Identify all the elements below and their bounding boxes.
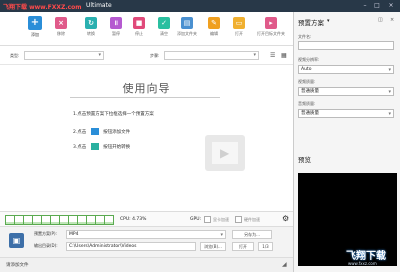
convert-icon: ↻ xyxy=(85,17,97,29)
edit-icon: ✎ xyxy=(208,17,220,29)
title-bar: 飞翔下载 www.FXXZ.com Ultimate – □ × xyxy=(0,0,400,12)
output-device-icon: ▣ xyxy=(9,233,24,248)
output-dir-label: 输出目录(D): xyxy=(34,243,58,248)
preview-screen: 飞翔下载 www.fxxz.com xyxy=(298,173,397,266)
file-list-area: 使用向导 1.点击预置方案下拉框选择一个预置方案 2.点击 按钮添加文件 3.点… xyxy=(0,65,293,210)
cpu-bar: CPU: 4.73% GPU: 显卡加速 硬件加速 ⚙ xyxy=(0,211,293,227)
watermark-logo: 飞翔下载 xyxy=(346,251,386,262)
output-dir-field[interactable]: C:\Users\Administrator\Videos xyxy=(66,242,196,251)
hw-accel-label: 硬件加速 xyxy=(244,217,260,222)
add-file-step-icon xyxy=(90,128,99,135)
guide-step-2: 2.点击 按钮添加文件 xyxy=(73,128,130,135)
preset-label: 预置方案(P): xyxy=(34,231,57,236)
gpu-accel-label: 显卡加速 xyxy=(213,217,229,222)
toolbar: + 添加 × 移除 ↻ 转换 ॥ 暂停 ■ 停止 ✓ 清空 ▤ 添加文件夹 ✎ … xyxy=(0,12,293,46)
step-label: 步骤: xyxy=(150,53,160,58)
film-placeholder-icon xyxy=(205,135,245,171)
close-icon[interactable]: × xyxy=(386,1,396,10)
pin-icon[interactable]: ◫ xyxy=(378,17,383,23)
guide-step-1: 1.点击预置方案下拉框选择一个预置方案 xyxy=(73,112,154,117)
add-folder-button[interactable]: ▤ 添加文件夹 xyxy=(176,15,198,45)
hw-accel-checkbox[interactable] xyxy=(235,216,242,223)
clear-icon: ✓ xyxy=(158,17,170,29)
step-2-prefix: 2.点击 xyxy=(73,130,87,135)
output-panel: ▣ 预置方案(P): MP4 另存为... 输出目录(D): C:\Users\… xyxy=(0,227,293,257)
video-quality-label: 视频质量: xyxy=(298,79,316,84)
plus-icon: + xyxy=(28,16,42,30)
file-name-label: 文件名: xyxy=(298,34,312,39)
browse-button[interactable]: 浏览(B)... xyxy=(200,242,226,251)
settings-gear-icon[interactable]: ⚙ xyxy=(282,214,289,223)
gpu-label: GPU: xyxy=(190,217,202,222)
step-3-action: 按钮开始转换 xyxy=(103,145,131,150)
folder-add-icon: ▤ xyxy=(181,17,193,29)
app-title: Ultimate xyxy=(86,2,112,9)
status-text: 请添加文件 xyxy=(6,263,29,268)
type-label: 类型: xyxy=(10,53,20,58)
count-indicator: 1/3 xyxy=(258,242,273,251)
panel-close-icon[interactable]: × xyxy=(390,17,394,23)
status-bar: 请添加文件 ◢ xyxy=(0,257,293,272)
step-2-action: 按钮添加文件 xyxy=(103,130,131,135)
video-quality-select[interactable]: 普通质量 xyxy=(298,87,394,96)
gpu-accel-checkbox[interactable] xyxy=(204,216,211,223)
list-view-icon[interactable]: ☰ xyxy=(270,52,275,59)
preset-panel: 预置方案 ▾ ◫ × 文件名: 视频分辨率: Auto 视频质量: 普通质量 音… xyxy=(293,12,400,272)
stop-button[interactable]: ■ 停止 xyxy=(128,15,150,45)
maximize-icon[interactable]: □ xyxy=(372,1,382,10)
pause-icon: ॥ xyxy=(110,17,122,29)
preset-panel-title: 预置方案 xyxy=(298,19,324,27)
guide-title: 使用向导 xyxy=(122,82,171,95)
stop-icon: ■ xyxy=(133,17,145,29)
open-dest-folder-button[interactable]: ▸ 打开目标文件夹 xyxy=(254,15,288,45)
video-res-label: 视频分辨率: xyxy=(298,57,320,62)
step-combo[interactable] xyxy=(164,51,259,60)
remove-button[interactable]: × 移除 xyxy=(50,15,72,45)
watermark-url: www.fxxz.com xyxy=(348,261,377,266)
clear-button[interactable]: ✓ 清空 xyxy=(153,15,175,45)
add-button[interactable]: + 添加 xyxy=(24,15,46,45)
step-3-prefix: 3.点击 xyxy=(73,145,87,150)
open-dir-button[interactable]: 打开 xyxy=(232,242,254,251)
video-res-select[interactable]: Auto xyxy=(298,65,394,74)
convert-button[interactable]: ↻ 转换 xyxy=(80,15,102,45)
open-icon: ▭ xyxy=(233,17,245,29)
remove-icon: × xyxy=(55,17,67,29)
resize-grip-icon[interactable]: ◢ xyxy=(282,261,287,268)
filter-bar: 类型: 步骤: ☰ ▦ xyxy=(0,47,293,65)
open-button[interactable]: ▭ 打开 xyxy=(228,15,250,45)
preset-select[interactable]: MP4 xyxy=(66,230,226,239)
convert-step-icon xyxy=(90,143,99,150)
cpu-usage-graph xyxy=(5,215,114,225)
file-name-input[interactable] xyxy=(298,41,394,50)
guide-step-3: 3.点击 按钮开始转换 xyxy=(73,143,130,150)
grid-view-icon[interactable]: ▦ xyxy=(281,52,287,59)
dest-folder-icon: ▸ xyxy=(265,17,277,29)
cpu-usage-text: CPU: 4.73% xyxy=(120,217,147,222)
edit-button[interactable]: ✎ 编辑 xyxy=(203,15,225,45)
minimize-icon[interactable]: – xyxy=(360,1,370,10)
audio-quality-select[interactable]: 普通质量 xyxy=(298,109,394,118)
watermark-text: 飞翔下载 www.FXXZ.com xyxy=(3,4,82,11)
preset-dropdown-icon[interactable]: ▾ xyxy=(327,18,330,24)
divider xyxy=(70,97,220,98)
type-combo[interactable] xyxy=(24,51,104,60)
audio-quality-label: 音频质量: xyxy=(298,101,316,106)
pause-button[interactable]: ॥ 暂停 xyxy=(105,15,127,45)
save-as-button[interactable]: 另存为... xyxy=(232,230,272,239)
preview-title: 预览 xyxy=(298,156,311,164)
